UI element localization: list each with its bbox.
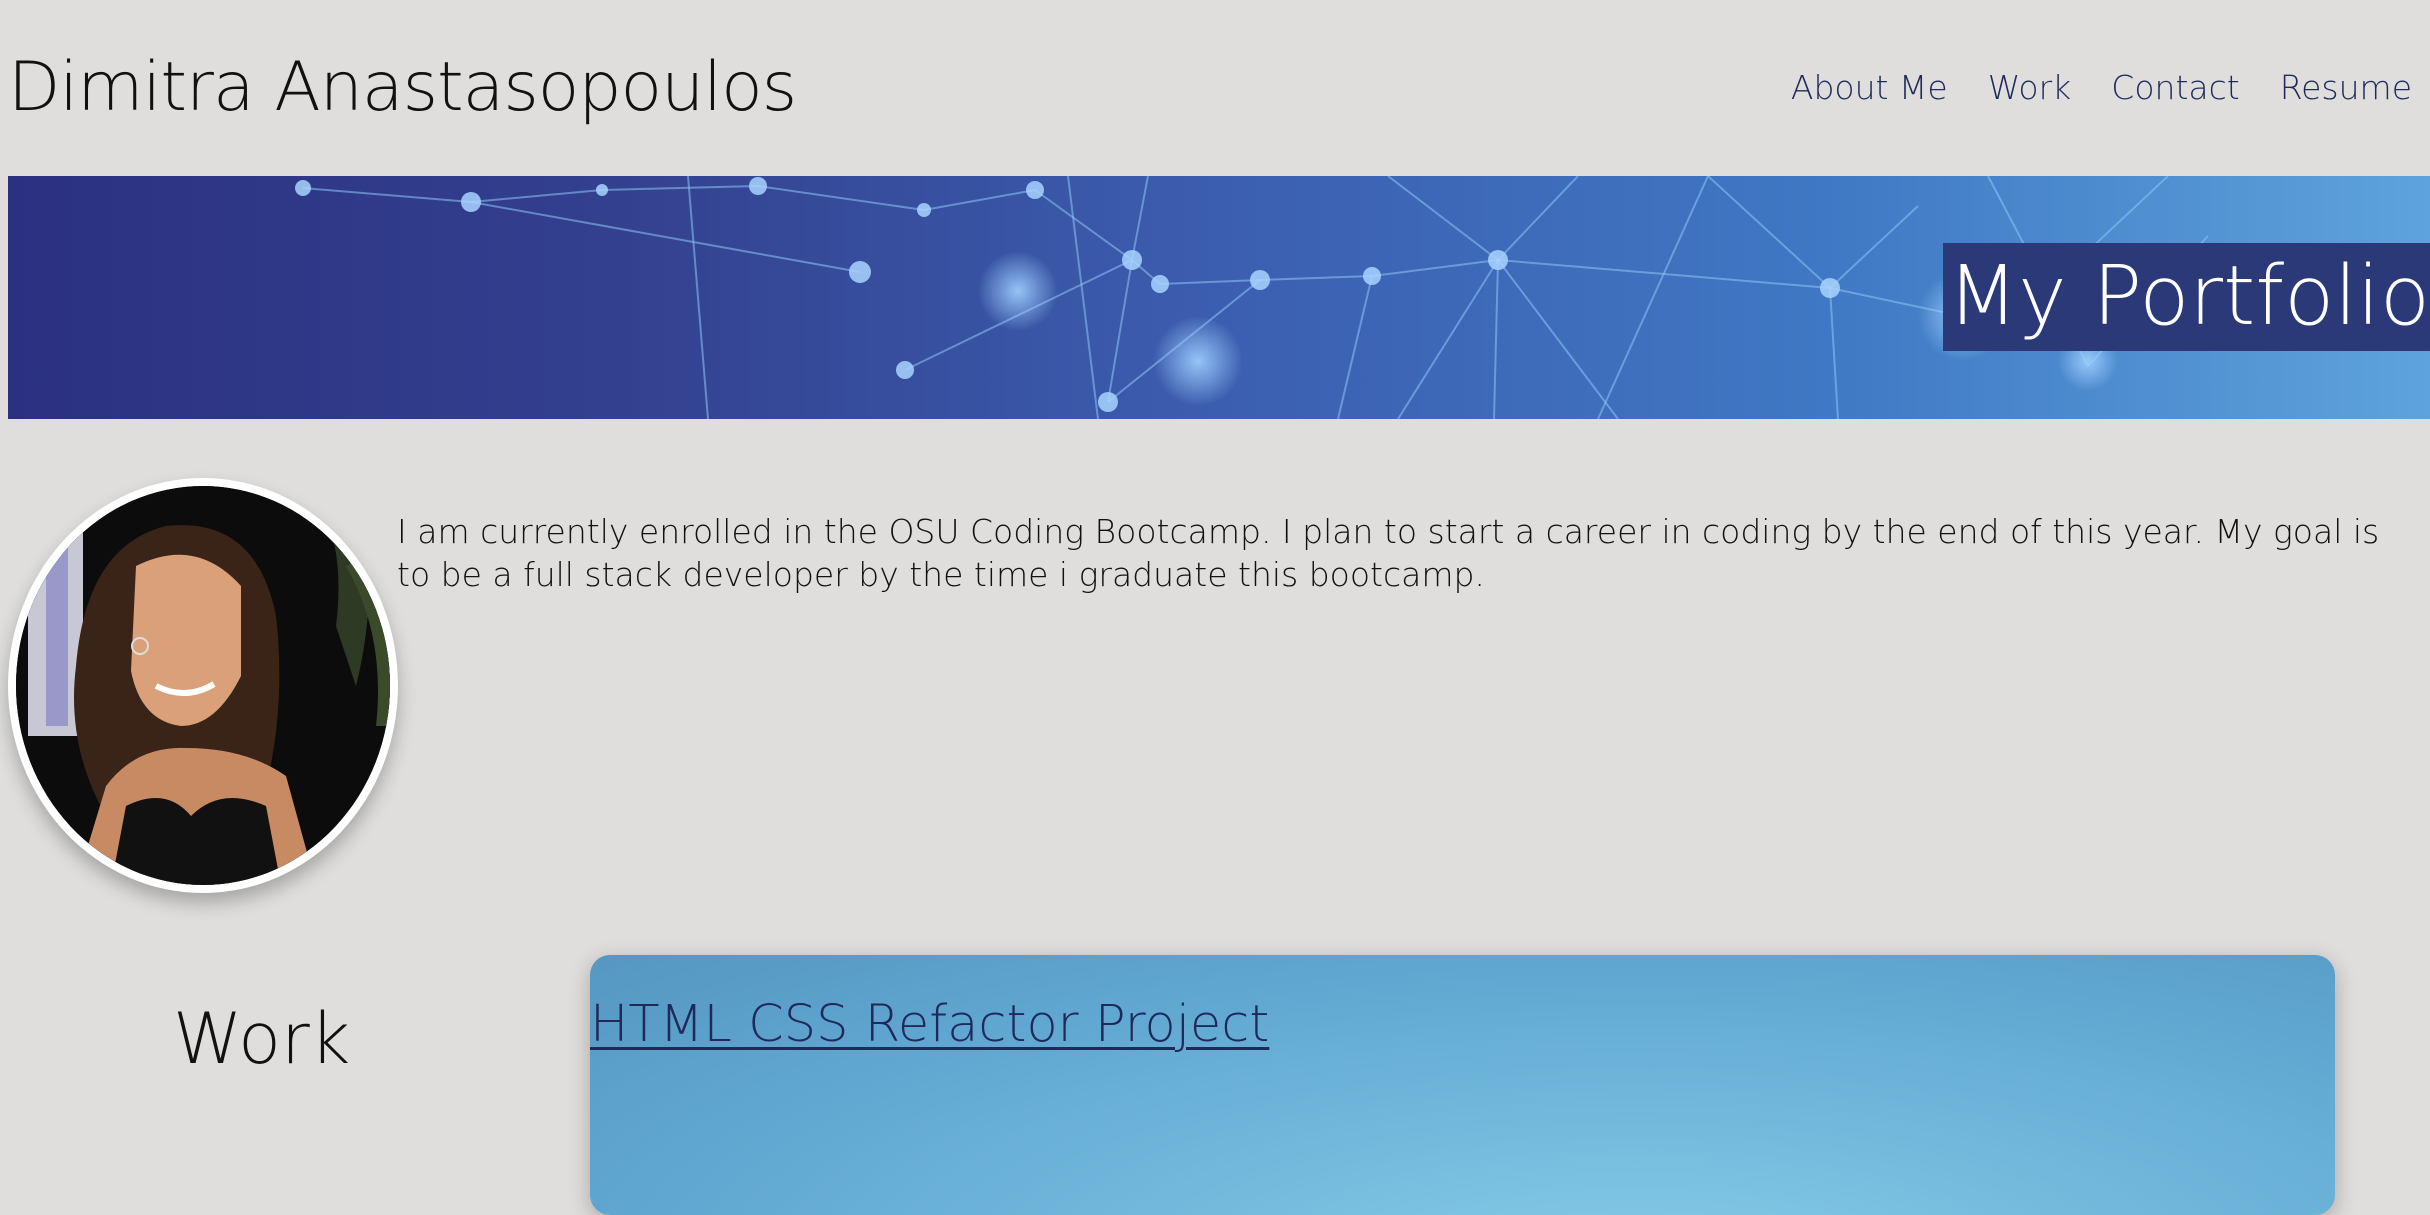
nav-link-work[interactable]: Work <box>1988 68 2072 107</box>
hero-banner: My Portfolio <box>8 176 2430 419</box>
project-card[interactable]: HTML CSS Refactor Project <box>590 955 2335 1215</box>
about-text: I am currently enrolled in the OSU Codin… <box>397 512 2380 594</box>
site-title: Dimitra Anastasopoulos <box>8 48 797 127</box>
project-title-link[interactable]: HTML CSS Refactor Project <box>590 995 1269 1054</box>
profile-photo <box>8 478 398 893</box>
site-header: Dimitra Anastasopoulos About Me Work Con… <box>0 0 2430 176</box>
work-heading: Work <box>173 998 351 1080</box>
nav-link-about-me[interactable]: About Me <box>1791 68 1948 107</box>
portrait-image <box>16 486 390 885</box>
main-nav: About Me Work Contact Resume <box>1791 68 2412 107</box>
nav-link-contact[interactable]: Contact <box>2111 68 2239 107</box>
nav-link-resume[interactable]: Resume <box>2280 68 2412 107</box>
about-section: I am currently enrolled in the OSU Codin… <box>0 470 2430 910</box>
hero-title: My Portfolio <box>1943 243 2430 351</box>
